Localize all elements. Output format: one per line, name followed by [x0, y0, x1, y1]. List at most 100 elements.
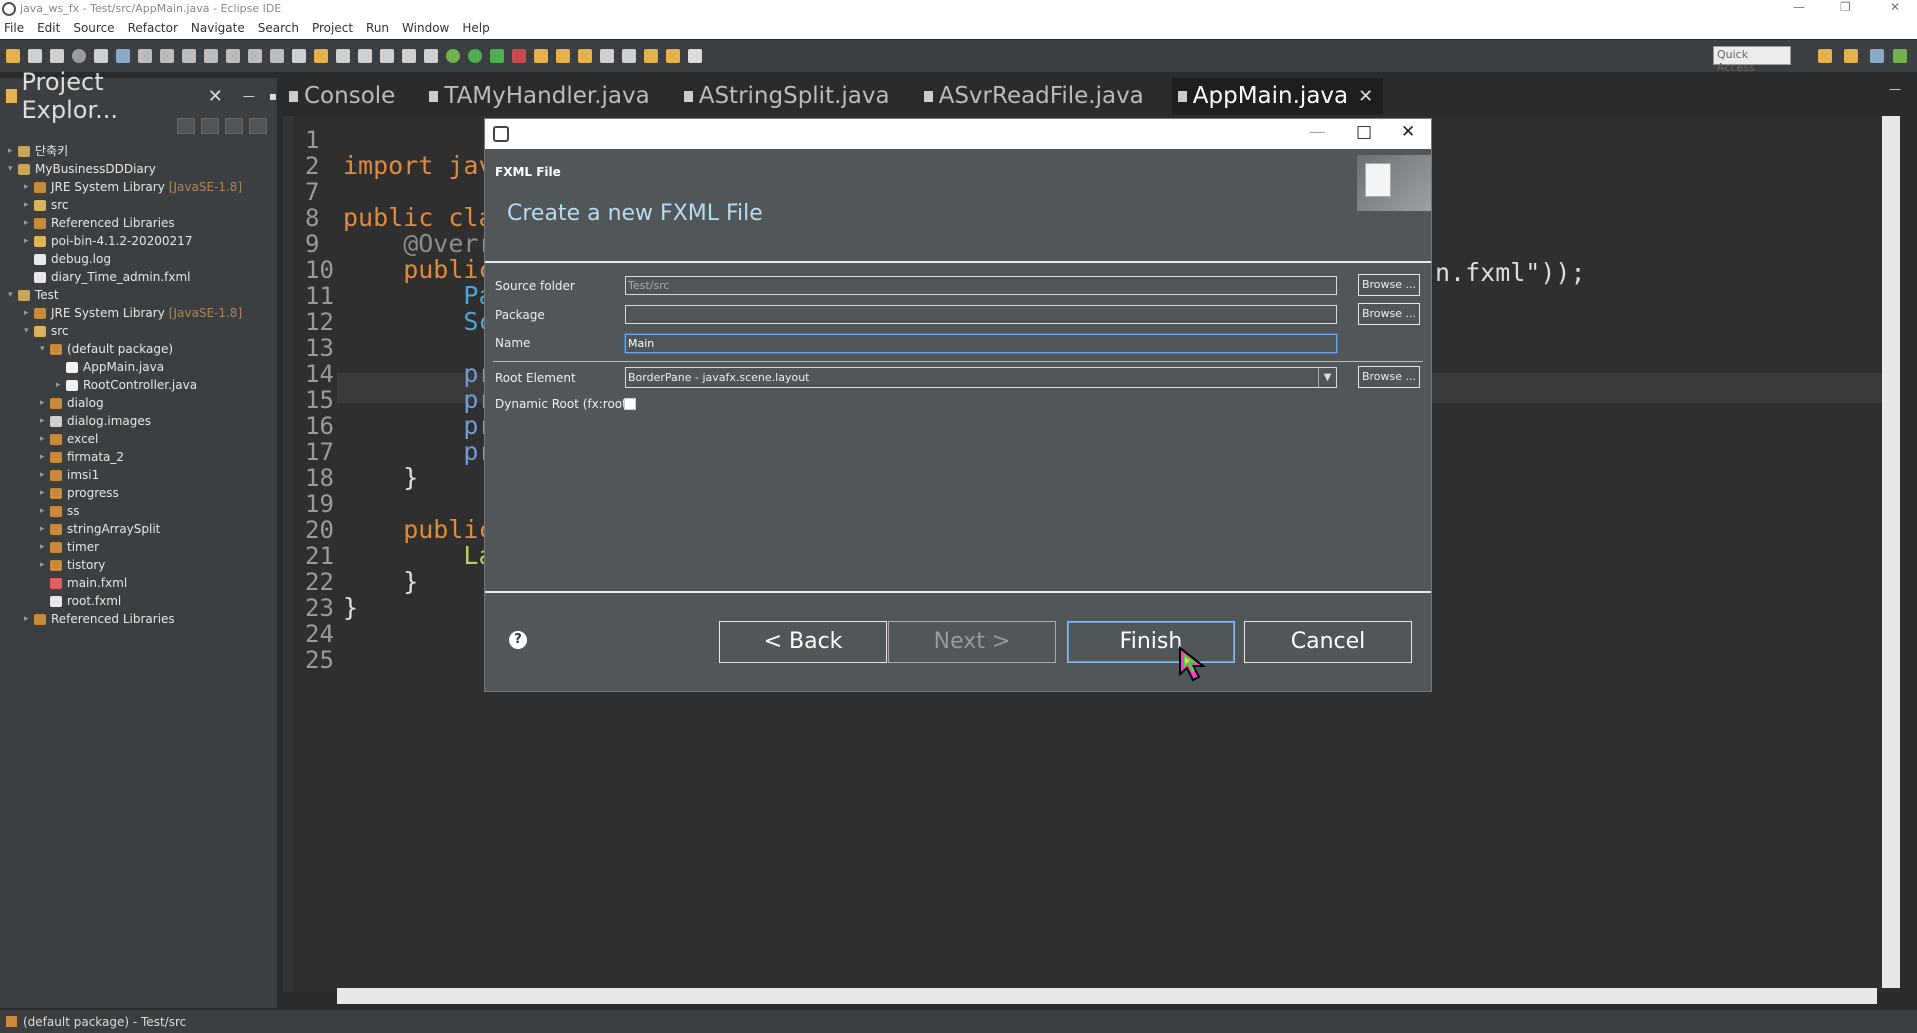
tree-item[interactable]: ▸ Referenced Libraries — [0, 610, 277, 628]
twisty-icon[interactable]: ▾ — [8, 286, 18, 304]
tree-item[interactable]: root.fxml — [0, 592, 277, 610]
tree-item[interactable]: ▸ excel — [0, 430, 277, 448]
step-over-icon[interactable] — [248, 49, 262, 63]
twisty-icon[interactable]: ▸ — [40, 520, 50, 538]
twisty-icon[interactable]: ▸ — [24, 196, 34, 214]
twisty-icon[interactable]: ▸ — [8, 142, 18, 160]
new-icon[interactable] — [6, 49, 20, 63]
debug-icon[interactable] — [446, 49, 460, 63]
search-icon[interactable] — [578, 49, 592, 63]
quick-access-input[interactable]: Quick Access — [1713, 46, 1791, 74]
twisty-icon[interactable]: ▸ — [24, 214, 34, 232]
tree-item[interactable]: ▸ ss — [0, 502, 277, 520]
back-button[interactable]: < Back — [719, 621, 887, 663]
view-menu-icon[interactable] — [249, 118, 267, 134]
paragraph-icon[interactable] — [424, 49, 438, 63]
tree-item[interactable]: ▸ imsi1 — [0, 466, 277, 484]
debug-perspective-icon[interactable] — [1870, 49, 1884, 63]
terminal-icon[interactable] — [94, 49, 108, 63]
tree-item[interactable]: ▸ timer — [0, 538, 277, 556]
resume-icon[interactable] — [138, 49, 152, 63]
root-element-select[interactable]: BorderPane - javafx.scene.layout ▼ — [625, 367, 1337, 388]
menu-file[interactable]: File — [4, 21, 24, 35]
link-with-editor-icon[interactable] — [201, 118, 219, 134]
menu-window[interactable]: Window — [402, 21, 449, 35]
tab-appmain[interactable]: AppMain.java ✕ — [1171, 78, 1384, 114]
annotation-icon[interactable] — [600, 49, 614, 63]
twisty-icon[interactable]: ▸ — [40, 394, 50, 412]
tree-item[interactable]: AppMain.java — [0, 358, 277, 376]
tree-item[interactable]: ▸ 단축키 — [0, 142, 277, 160]
next-button[interactable]: Next > — [888, 621, 1056, 663]
twisty-icon[interactable]: ▾ — [40, 340, 50, 358]
open-package-icon[interactable] — [556, 49, 570, 63]
twisty-icon[interactable]: ▸ — [40, 538, 50, 556]
restore-icon[interactable]: ❐ — [1840, 0, 1851, 14]
tree-item[interactable]: debug.log — [0, 250, 277, 268]
twisty-icon[interactable]: ▸ — [24, 232, 34, 250]
tab-astringsplit[interactable]: AStringSplit.java — [678, 78, 890, 114]
tree-item[interactable]: ▾ MyBusinessDDDiary — [0, 160, 277, 178]
menu-navigate[interactable]: Navigate — [191, 21, 245, 35]
tree-item[interactable]: main.fxml — [0, 574, 277, 592]
save-icon[interactable] — [28, 49, 42, 63]
forward-icon[interactable] — [688, 49, 702, 63]
tree-item[interactable]: ▸ stringArraySplit — [0, 520, 277, 538]
tree-item[interactable]: ▾ src — [0, 322, 277, 340]
git-perspective-icon[interactable] — [1893, 49, 1907, 63]
terminate-icon[interactable] — [182, 49, 196, 63]
editor-minimize-icon[interactable]: — — [1889, 82, 1901, 96]
source-folder-browse-button[interactable]: Browse ... — [1358, 274, 1420, 296]
twisty-icon[interactable]: ▸ — [56, 376, 66, 394]
run-icon[interactable] — [468, 49, 482, 63]
twisty-icon[interactable]: ▸ — [40, 430, 50, 448]
save-all-icon[interactable] — [50, 49, 64, 63]
tab-tamyhandler[interactable]: TAMyHandler.java — [423, 78, 650, 114]
chevron-down-icon[interactable]: ▼ — [1318, 368, 1336, 387]
back-icon[interactable] — [644, 49, 658, 63]
tree-item[interactable]: ▸ JRE System Library [JavaSE-1.8] — [0, 304, 277, 322]
editor-vertical-scrollbar[interactable] — [1882, 116, 1900, 988]
show-whitespace-icon[interactable] — [402, 49, 416, 63]
close-view-icon[interactable]: ✕ — [208, 86, 223, 107]
java-perspective-icon[interactable] — [1844, 49, 1858, 63]
dialog-maximize-icon[interactable]: □ — [1356, 122, 1372, 142]
tree-item[interactable]: ▸ dialog.images — [0, 412, 277, 430]
package-input[interactable] — [625, 305, 1337, 324]
twisty-icon[interactable]: ▸ — [40, 502, 50, 520]
external-tools-icon[interactable] — [512, 49, 526, 63]
menu-help[interactable]: Help — [462, 21, 489, 35]
maximize-view-icon[interactable]: ▪ — [269, 89, 277, 103]
source-folder-input[interactable]: Test/src — [625, 276, 1337, 295]
menu-source[interactable]: Source — [73, 21, 114, 35]
tree-item[interactable]: ▾ (default package) — [0, 340, 277, 358]
disconnect-icon[interactable] — [204, 49, 218, 63]
skip-breakpoints-icon[interactable] — [116, 49, 130, 63]
highlight-icon[interactable] — [358, 49, 372, 63]
minimize-icon[interactable]: — — [1793, 0, 1805, 14]
root-element-browse-button[interactable]: Browse ... — [1358, 366, 1420, 388]
menu-search[interactable]: Search — [258, 21, 299, 35]
project-explorer-tab[interactable]: Project Explor... ✕ — ▪ — [0, 68, 277, 124]
tab-console[interactable]: Console — [283, 78, 395, 114]
tree-item[interactable]: ▸ firmata_2 — [0, 448, 277, 466]
dynamic-root-checkbox[interactable] — [624, 398, 636, 410]
tree-item[interactable]: ▸ JRE System Library [JavaSE-1.8] — [0, 178, 277, 196]
minimize-view-icon[interactable]: — — [243, 89, 255, 103]
dialog-minimize-icon[interactable]: — — [1309, 122, 1326, 142]
package-browse-button[interactable]: Browse ... — [1358, 303, 1420, 325]
twisty-icon[interactable]: ▸ — [40, 412, 50, 430]
tree-item[interactable]: ▸ tistory — [0, 556, 277, 574]
tree-item[interactable]: ▸ progress — [0, 484, 277, 502]
name-input[interactable]: Main — [625, 334, 1337, 353]
tab-asvrreadfile[interactable]: ASvrReadFile.java — [918, 78, 1144, 114]
open-perspective-icon[interactable] — [1818, 49, 1832, 63]
suspend-icon[interactable] — [160, 49, 174, 63]
twisty-icon[interactable]: ▸ — [24, 178, 34, 196]
twisty-icon[interactable]: ▸ — [40, 448, 50, 466]
open-type-icon[interactable] — [314, 49, 328, 63]
cancel-button[interactable]: Cancel — [1244, 621, 1412, 663]
twisty-icon[interactable]: ▾ — [8, 160, 18, 178]
close-tab-icon[interactable]: ✕ — [1358, 86, 1373, 107]
open-folder-icon[interactable] — [534, 49, 548, 63]
